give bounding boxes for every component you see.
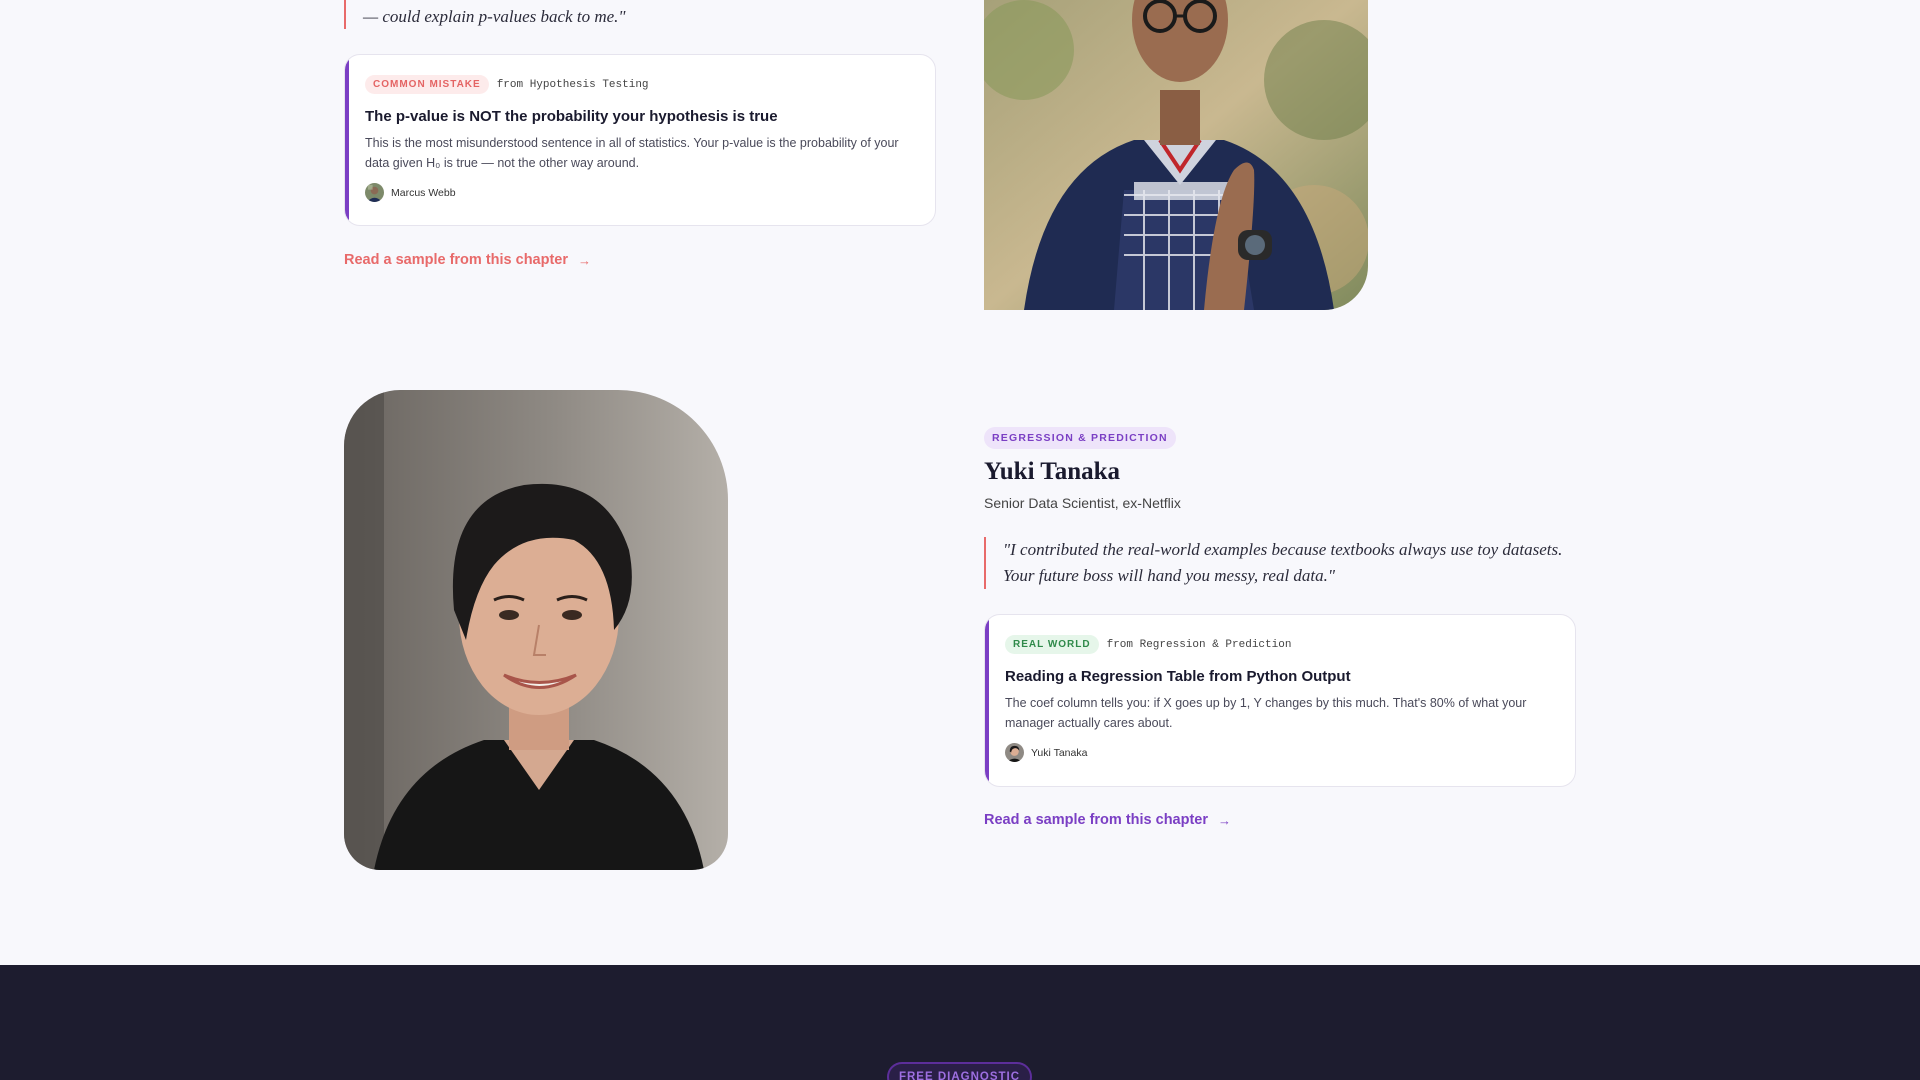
read-sample-label: Read a sample from this chapter	[344, 252, 569, 268]
card-meta: Common Mistake from Hypothesis Testing	[365, 75, 911, 94]
free-diagnostic-badge: FREE DIAGNOSTIC	[887, 1062, 1032, 1080]
card-meta: Real World from Regression & Prediction	[1005, 635, 1551, 654]
read-sample-link[interactable]: Read a sample from this chapter →	[984, 812, 1231, 828]
chapter-source: from Hypothesis Testing	[496, 78, 649, 91]
read-sample-link[interactable]: Read a sample from this chapter →	[344, 252, 591, 268]
author-name: Marcus Webb	[391, 186, 456, 199]
card-title: The p-value is NOT the probability your …	[365, 108, 778, 125]
contributor-photo-man	[984, 0, 1368, 310]
common-mistake-chip: Common Mistake	[365, 75, 489, 94]
read-sample-label: Read a sample from this chapter	[984, 812, 1209, 828]
card-title: Reading a Regression Table from Python O…	[1005, 668, 1351, 685]
card-body: This is the most misunderstood sentence …	[365, 136, 899, 170]
author-name: Yuki Tanaka	[1031, 746, 1088, 759]
testimonial-quote-fragment: — could explain p-values back to me."	[344, 0, 934, 29]
contributor-role: Senior Data Scientist, ex-Netflix	[984, 495, 1181, 511]
quote-text: — could explain p-values back to me."	[363, 7, 626, 26]
card-author: Marcus Webb	[365, 183, 911, 202]
insight-card-common-mistake[interactable]: Common Mistake from Hypothesis Testing T…	[344, 54, 936, 226]
chapter-tag: Regression & Prediction	[984, 427, 1176, 449]
card-body: The coef column tells you: if X goes up …	[1005, 696, 1527, 730]
avatar	[1005, 743, 1024, 762]
real-world-chip: Real World	[1005, 635, 1099, 654]
quote-text: "I contributed the real-world examples b…	[1003, 540, 1563, 585]
contributor-quote: "I contributed the real-world examples b…	[984, 537, 1580, 589]
avatar	[365, 183, 384, 202]
contributor-name: Yuki Tanaka	[984, 458, 1120, 485]
card-author: Yuki Tanaka	[1005, 743, 1551, 762]
arrow-right-icon: →	[1218, 812, 1232, 828]
contributor-photo-yuki-tanaka	[344, 390, 728, 870]
insight-card-real-world[interactable]: Real World from Regression & Prediction …	[984, 614, 1576, 787]
arrow-right-icon: →	[578, 252, 592, 268]
chapter-source: from Regression & Prediction	[1106, 638, 1292, 651]
